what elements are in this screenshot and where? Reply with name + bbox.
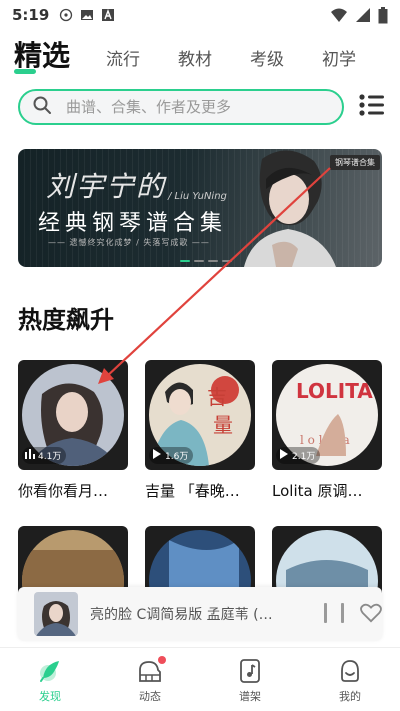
banner-dot-active	[180, 260, 190, 262]
banner-tag: 钢琴谱合集	[330, 155, 380, 170]
notification-dot	[158, 656, 166, 664]
podcast-icon	[59, 8, 73, 22]
play-icon	[279, 449, 289, 462]
play-count: 2.1万	[292, 452, 316, 462]
score-card[interactable]: 4.1万 你看你看月…	[18, 360, 128, 501]
nav-label: 发现	[39, 690, 61, 703]
card-cover: 吉 量 1.6万	[145, 360, 255, 470]
nav-feed[interactable]: 动态	[100, 648, 200, 711]
banner-artist-photo	[232, 149, 342, 267]
play-count: 4.1万	[38, 452, 62, 462]
score-card[interactable]: LOLITA l o l i t a 2.1万 Lolita 原调…	[272, 360, 382, 501]
card-title: 你看你看月…	[18, 482, 109, 500]
signal-icon	[355, 7, 371, 23]
battery-icon	[378, 6, 388, 24]
a-icon	[101, 8, 115, 22]
svg-text:LOLITA: LOLITA	[296, 379, 373, 403]
tab-beginner[interactable]: 初学	[322, 45, 356, 78]
list-menu-button[interactable]	[358, 93, 386, 121]
search-input[interactable]	[66, 98, 296, 116]
status-right-icons	[330, 6, 388, 24]
banner-subtitle: —— 遗憾终究化成梦 / 失落写成歌 ——	[48, 238, 210, 247]
banner-main-title: 经典钢琴谱合集	[38, 211, 228, 236]
banner-dot	[208, 260, 218, 262]
search-icon	[32, 95, 52, 119]
nav-label: 我的	[339, 690, 361, 703]
music-file-icon	[237, 658, 263, 684]
tab-grade-exam[interactable]: 考级	[250, 45, 284, 78]
nav-label: 动态	[139, 690, 161, 703]
pause-icon-bar	[341, 603, 344, 623]
now-playing-title: 亮的脸 C调简易版 孟庭苇 (…	[90, 607, 273, 623]
search-box[interactable]	[18, 89, 344, 125]
nav-label: 谱架	[239, 690, 261, 703]
now-playing-thumbnail	[34, 592, 78, 636]
score-card[interactable]: 吉 量 1.6万 吉量 「春晚…	[145, 360, 255, 501]
nav-profile[interactable]: 我的	[300, 648, 400, 711]
tab-popular[interactable]: 流行	[106, 45, 140, 78]
section-title-trending: 热度飙升	[18, 306, 114, 334]
now-playing-bar[interactable]: 亮的脸 C调简易版 孟庭苇 (…	[18, 587, 382, 641]
smile-icon	[337, 658, 363, 684]
card-cover: 4.1万	[18, 360, 128, 470]
feather-icon	[37, 658, 63, 684]
nav-discover[interactable]: 发现	[0, 648, 100, 711]
pause-icon	[324, 603, 327, 623]
heart-icon	[360, 603, 382, 627]
tab-textbook[interactable]: 教材	[178, 45, 212, 78]
wifi-icon	[330, 7, 348, 23]
play-count: 1.6万	[165, 452, 189, 462]
list-menu-icon	[359, 93, 385, 121]
card-title: 吉量 「春晚…	[145, 482, 240, 500]
bars-icon	[25, 449, 35, 462]
nav-music-stand[interactable]: 谱架	[200, 648, 300, 711]
status-left-icons	[59, 8, 115, 22]
search-row	[18, 89, 386, 125]
category-tabs: 精选 流行 教材 考级 初学	[14, 38, 386, 78]
card-title: Lolita 原调…	[272, 482, 363, 500]
play-count-badge: 4.1万	[22, 447, 67, 464]
promo-banner[interactable]: 刘宇宁的 / Liu YuNing 经典钢琴谱合集 —— 遗憾终究化成梦 / 失…	[18, 149, 382, 267]
tab-featured[interactable]: 精选	[14, 34, 70, 78]
card-cover: LOLITA l o l i t a 2.1万	[272, 360, 382, 470]
play-count-badge: 1.6万	[149, 447, 194, 464]
banner-dot	[222, 260, 232, 262]
banner-dot	[194, 260, 204, 262]
banner-english-name: / Liu YuNing	[168, 191, 227, 202]
bottom-nav: 发现 动态 谱架 我的	[0, 647, 400, 711]
svg-text:吉: 吉	[207, 385, 227, 409]
banner-pagination	[180, 260, 232, 262]
play-icon	[152, 449, 162, 462]
pause-button[interactable]	[324, 603, 344, 625]
banner-cursive-title: 刘宇宁的	[46, 170, 167, 203]
image-icon	[80, 8, 94, 22]
play-count-badge: 2.1万	[276, 447, 321, 464]
svg-text:量: 量	[213, 413, 233, 437]
status-time: 5:19	[12, 6, 50, 24]
favorite-button[interactable]	[360, 603, 382, 625]
status-bar: 5:19	[0, 0, 400, 30]
